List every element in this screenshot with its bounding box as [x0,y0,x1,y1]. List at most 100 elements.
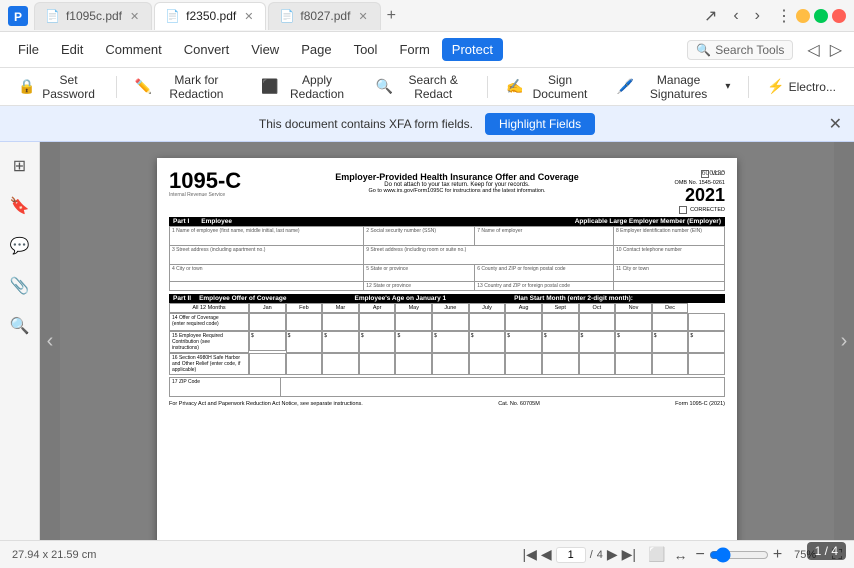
zoom-in-button[interactable]: + [773,546,782,564]
separator-1 [116,76,117,98]
part-i-label: Part I [173,218,189,225]
cell-14-feb [322,313,359,331]
cell-14-june [469,313,506,331]
page-number-input[interactable] [556,547,586,563]
menu-page[interactable]: Page [291,38,341,61]
menu-file[interactable]: File [8,38,49,61]
tab-close-f1095c[interactable]: ✕ [128,8,141,25]
value-17 [172,385,278,395]
cell-14-mar [359,313,396,331]
first-page-button[interactable]: |◀ [523,546,537,563]
sign-doc-button[interactable]: ✍️ Sign Document [496,69,602,105]
irs-info: Internal Revenue Service [169,192,259,199]
privacy-notice: For Privacy Act and Paperwork Reduction … [169,401,363,407]
field-empty2 [614,282,725,291]
tab-icon: 📄 [45,9,60,23]
cell-14-jan [286,313,323,331]
svg-text:P: P [14,10,22,24]
menu-tool[interactable]: Tool [344,38,388,61]
apply-redaction-button[interactable]: ⬛ Apply Redaction [251,69,362,105]
cat-number: Cat. No. 60705M [498,401,540,407]
cell-16-nov [652,353,689,375]
next-page-button[interactable]: ▶ [607,546,618,563]
cell-16-oct [615,353,652,375]
sidebar-left: ⊞ 🔖 💬 📎 🔍 [0,142,40,540]
cell-15-sept: $ [579,331,616,353]
page-dimensions: 27.94 x 21.59 cm [12,549,515,561]
set-password-button[interactable]: 🔒 Set Password [8,69,108,105]
sidebar-item-search[interactable]: 🔍 [4,310,36,342]
highlight-fields-button[interactable]: Highlight Fields [485,113,595,135]
search-tools-box[interactable]: 🔍 Search Tools [687,40,793,60]
sidebar-item-pages[interactable]: ⊞ [4,150,36,182]
electro-button[interactable]: ⚡ Electro... [757,74,846,99]
cell-15-all: $ [249,331,286,351]
minimize-button[interactable] [796,9,810,23]
zoom-out-button[interactable]: − [696,546,705,564]
value-phone [616,253,722,263]
notification-close-button[interactable]: ✕ [829,114,842,134]
menu-comment[interactable]: Comment [95,38,171,61]
manage-sigs-button[interactable]: 🖊️ Manage Signatures [606,69,740,105]
menu-form[interactable]: Form [389,38,439,61]
sidebar-item-attachments[interactable]: 📎 [4,270,36,302]
zoom-slider[interactable] [709,547,769,563]
page-separator: / [590,549,593,561]
sidebar-item-comments[interactable]: 💬 [4,230,36,262]
close-button[interactable] [832,9,846,23]
field-employer-name: 7 Name of employer [475,227,614,246]
forward-button[interactable]: › [751,5,764,27]
part-i-table: 1 Name of employee (first name, middle i… [169,226,725,291]
table-row: 17 ZIP Code [170,378,725,397]
prev-page-button[interactable]: ◀ [541,546,552,563]
last-page-button[interactable]: ▶| [622,546,636,563]
page-nav-left[interactable]: ‹ [40,142,60,540]
tab-f8027[interactable]: 📄 f8027.pdf ✕ [268,2,380,30]
field-city-er: 11 City or town [614,265,725,282]
form-link: Go to www.irs.gov/Form1095C for instruct… [265,188,649,194]
table-row: 4 City or town 5 State or province 6 Cou… [170,265,725,282]
menu-view[interactable]: View [241,38,289,61]
add-tab-button[interactable]: + [383,7,400,25]
cell-15-aug: $ [542,331,579,353]
age-label: Employee's Age on January 1 [354,295,446,302]
month-apr: Apr [359,303,396,313]
mark-redaction-button[interactable]: ✏️ Mark for Redaction [124,69,246,105]
value-state-emp [366,272,472,280]
month-aug: Aug [505,303,542,313]
manage-sigs-label: Manage Signatures [638,73,719,101]
tab-close-f8027[interactable]: ✕ [356,8,369,25]
cell-16-apr [395,353,432,375]
field-zip-emp: 6 County and ZIP or foreign postal code [475,265,614,282]
tab-close-f2350[interactable]: ✕ [242,8,255,25]
cell-16-all [249,353,286,375]
fit-width-button[interactable]: ↔ [674,547,688,563]
cell-15-feb: $ [322,331,359,353]
search-redact-button[interactable]: 🔍 Search & Redact [366,69,480,105]
menu-edit[interactable]: Edit [51,38,93,61]
back-button[interactable]: ‹ [729,5,742,27]
overflow-button[interactable]: ⋮ [772,4,796,28]
notification-message: This document contains XFA form fields. [259,117,473,131]
menu-convert[interactable]: Convert [174,38,240,61]
maximize-button[interactable] [814,9,828,23]
page-nav-right[interactable]: › [834,142,854,540]
menu-protect[interactable]: Protect [442,38,503,61]
fit-page-button[interactable]: ⬜ [648,546,665,563]
sidebar-item-bookmarks[interactable]: 🔖 [4,190,36,222]
field-empty1 [170,282,364,291]
sigs-icon: 🖊️ [616,78,633,95]
cell-16-aug [542,353,579,375]
tab-f1095c[interactable]: 📄 f1095c.pdf ✕ [34,2,152,30]
row-14-cells [249,313,725,331]
search-redact-label: Search & Redact [397,73,469,101]
cell-14-apr [395,313,432,331]
value-ssn [366,234,472,244]
tab-f2350[interactable]: 📄 f2350.pdf ✕ [154,2,266,30]
value-city-er [616,272,722,280]
nav-back-button[interactable]: ◁ [803,38,823,62]
corrected-checkbox: CORRECTED [679,206,725,214]
part-i-header: Part I Employee Applicable Large Employe… [169,217,725,226]
nav-forward-button[interactable]: ▷ [826,38,846,62]
share-button[interactable]: ↗ [700,4,721,28]
